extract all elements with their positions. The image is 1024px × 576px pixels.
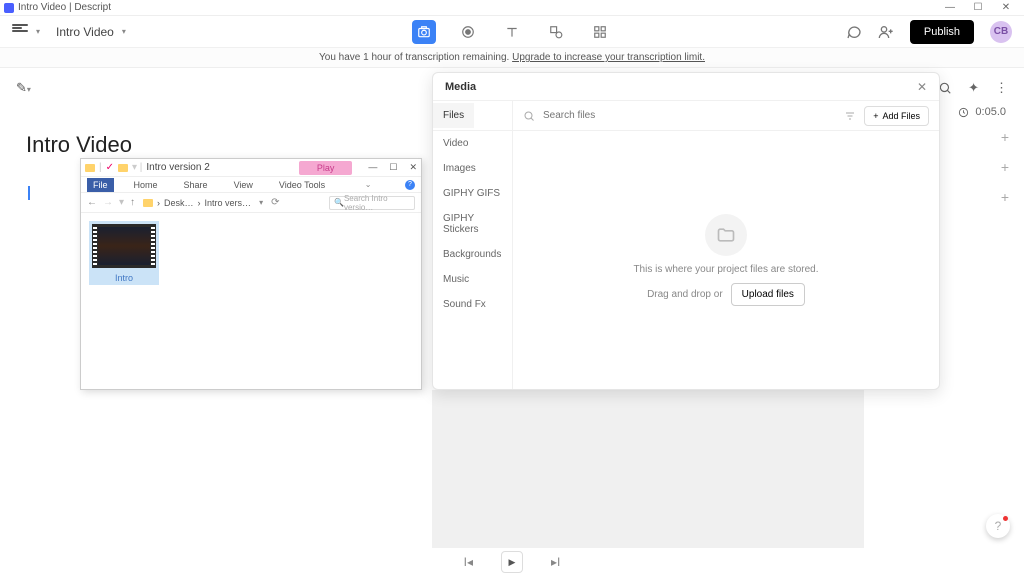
timecode-value: 0:05.0 — [975, 106, 1006, 118]
explorer-help-icon[interactable]: ? — [405, 180, 415, 190]
explorer-forward[interactable]: → — [103, 197, 113, 208]
project-name[interactable]: Intro Video — [56, 25, 114, 39]
transcription-banner: You have 1 hour of transcription remaini… — [0, 48, 1024, 68]
explorer-back[interactable]: ← — [87, 197, 97, 208]
media-panel: Media ✕ Files Video Images GIPHY GIFS GI… — [432, 72, 940, 390]
file-item[interactable]: Intro — [89, 221, 159, 285]
project-dropdown[interactable]: ▾ — [122, 27, 126, 36]
explorer-maximize[interactable]: ☐ — [389, 162, 397, 173]
banner-upgrade-link[interactable]: Upgrade to increase your transcription l… — [512, 52, 705, 63]
playback-controls: I◂ ▶ ▸I — [0, 548, 1024, 576]
explorer-tab-videotools[interactable]: Video Tools — [273, 178, 331, 192]
media-search-input[interactable] — [543, 110, 836, 121]
folder-icon — [118, 164, 128, 172]
window-minimize[interactable]: — — [936, 0, 964, 16]
video-thumbnail — [92, 224, 156, 268]
explorer-minimize[interactable]: — — [368, 162, 377, 173]
folder-icon — [85, 164, 95, 172]
explorer-up[interactable]: ↑ — [130, 197, 135, 208]
edit-mode-icon[interactable]: ✎▾ — [16, 80, 31, 96]
explorer-refresh-icon[interactable]: ⟳ — [271, 197, 279, 208]
add-track-button[interactable]: + — [996, 158, 1014, 176]
media-tab-giphy-stickers[interactable]: GIPHY Stickers — [433, 206, 512, 242]
upload-files-button[interactable]: Upload files — [731, 283, 805, 306]
explorer-search-input[interactable]: 🔍 Search Intro versio… — [329, 196, 415, 210]
folder-icon — [705, 214, 747, 256]
breadcrumb[interactable]: ›Desk… ›Intro vers… — [143, 198, 251, 208]
file-item-label: Intro — [89, 271, 159, 285]
timecode: 0:05.0 — [958, 106, 1006, 118]
drag-drop-text: Drag and drop or — [647, 289, 723, 300]
window-title: Intro Video | Descript — [18, 2, 111, 13]
media-tab-giphy-gifs[interactable]: GIPHY GIFS — [433, 181, 512, 206]
media-tab-backgrounds[interactable]: Backgrounds — [433, 242, 512, 267]
add-track-button[interactable]: + — [996, 188, 1014, 206]
filter-icon[interactable] — [844, 110, 856, 122]
window-close[interactable]: ✕ — [992, 0, 1020, 16]
share-user-icon[interactable] — [878, 24, 894, 40]
explorer-play-tab[interactable]: Play — [299, 161, 353, 175]
media-tab-files[interactable]: Files — [433, 103, 474, 128]
search-icon — [523, 110, 535, 122]
comment-icon[interactable] — [846, 24, 862, 40]
camera-tool-button[interactable] — [412, 20, 436, 44]
skip-back-button[interactable]: I◂ — [464, 555, 473, 569]
avatar[interactable]: CB — [990, 21, 1012, 43]
window-maximize[interactable]: ☐ — [964, 0, 992, 16]
clock-icon — [958, 107, 969, 118]
add-track-button[interactable]: + — [996, 128, 1014, 146]
media-tab-soundfx[interactable]: Sound Fx — [433, 292, 512, 317]
explorer-tab-view[interactable]: View — [228, 178, 259, 192]
explorer-history[interactable]: ▾ — [119, 197, 124, 208]
explorer-tab-home[interactable]: Home — [128, 178, 164, 192]
window-titlebar: Intro Video | Descript — ☐ ✕ — [0, 0, 1024, 16]
help-fab[interactable]: ? — [986, 514, 1010, 538]
text-cursor — [28, 186, 30, 200]
media-tab-video[interactable]: Video — [433, 131, 512, 156]
media-tab-images[interactable]: Images — [433, 156, 512, 181]
explorer-close[interactable]: ✕ — [409, 162, 417, 173]
layout-menu-icon[interactable] — [12, 24, 28, 40]
page-title[interactable]: Intro Video — [26, 132, 132, 158]
banner-text: You have 1 hour of transcription remaini… — [319, 52, 512, 63]
shape-tool-button[interactable] — [544, 20, 568, 44]
media-tab-music[interactable]: Music — [433, 267, 512, 292]
more-menu-icon[interactable]: ⋮ — [995, 80, 1008, 96]
publish-button[interactable]: Publish — [910, 20, 974, 44]
grid-tool-button[interactable] — [588, 20, 612, 44]
layout-dropdown[interactable]: ▾ — [36, 27, 40, 36]
close-icon[interactable]: ✕ — [917, 80, 927, 94]
text-tool-button[interactable] — [500, 20, 524, 44]
explorer-tab-share[interactable]: Share — [178, 178, 214, 192]
search-icon[interactable] — [938, 81, 952, 95]
explorer-tab-file[interactable]: File — [87, 178, 114, 192]
main-toolbar: ▾ Intro Video ▾ Publish CB — [0, 16, 1024, 48]
skip-forward-button[interactable]: ▸I — [551, 555, 560, 569]
empty-state-text: This is where your project files are sto… — [633, 264, 818, 275]
media-panel-title: Media — [445, 81, 476, 93]
record-tool-button[interactable] — [456, 20, 480, 44]
app-icon — [4, 3, 14, 13]
play-button[interactable]: ▶ — [501, 551, 523, 573]
explorer-title: Intro version 2 — [146, 162, 209, 173]
file-explorer-window: | ✓ ▾ | Intro version 2 Play — ☐ ✕ File … — [80, 158, 422, 390]
add-files-button[interactable]: + Add Files — [864, 106, 929, 126]
canvas-area[interactable] — [432, 390, 864, 550]
magic-icon[interactable]: ✦ — [968, 80, 979, 96]
